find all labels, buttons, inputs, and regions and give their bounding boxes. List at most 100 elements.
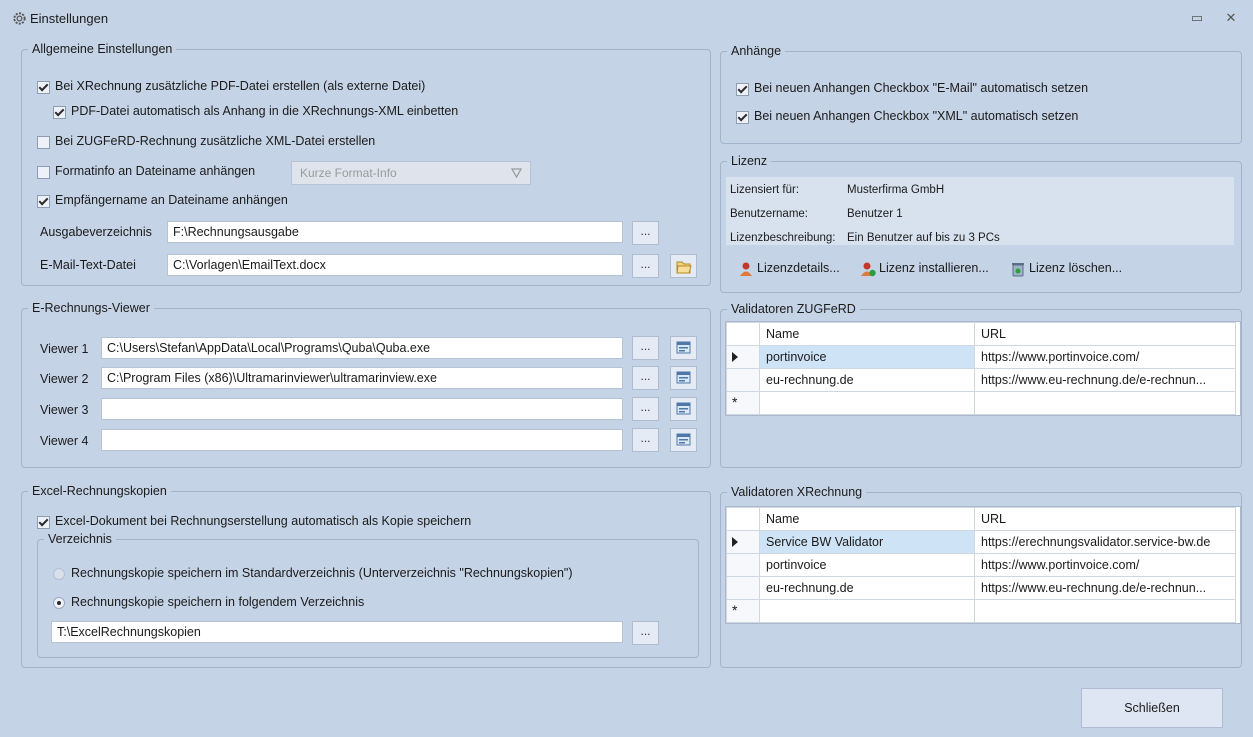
license-details-label: Lizenzdetails... bbox=[757, 261, 840, 275]
delete-license-label: Lizenz löschen... bbox=[1029, 261, 1123, 275]
row-header-cell bbox=[726, 507, 760, 531]
viewer-3-input[interactable] bbox=[101, 398, 623, 420]
column-header-url[interactable]: URL bbox=[974, 322, 1236, 346]
browse-email-file-button[interactable]: ... bbox=[632, 254, 659, 278]
cell-url[interactable]: https://www.eu-rechnung.de/e-rechnun... bbox=[974, 576, 1236, 600]
window-app-icon bbox=[676, 371, 691, 384]
row-header-cell[interactable] bbox=[726, 576, 760, 600]
browse-viewer-4-button[interactable]: ... bbox=[632, 428, 659, 452]
cell-url[interactable]: https://www.portinvoice.com/ bbox=[974, 553, 1236, 577]
settings-gear-icon bbox=[13, 12, 26, 25]
row-header-cell[interactable] bbox=[726, 553, 760, 577]
table-row[interactable]: portinvoice https://www.portinvoice.com/ bbox=[726, 345, 1236, 369]
new-table-row[interactable]: * bbox=[726, 391, 1236, 415]
browse-excel-directory-button[interactable]: ... bbox=[632, 621, 659, 645]
licensed-for-label: Lizensiert für: bbox=[730, 184, 800, 196]
label-standard-directory: Rechnungskopie speichern im Standardverz… bbox=[71, 566, 573, 580]
directory-legend: Verzeichnis bbox=[48, 532, 112, 546]
cell-url-new[interactable] bbox=[974, 599, 1236, 623]
table-row[interactable]: eu-rechnung.de https://www.eu-rechnung.d… bbox=[726, 576, 1236, 600]
radio-standard-directory[interactable] bbox=[53, 568, 65, 580]
format-info-combo-value: Kurze Format-Info bbox=[300, 166, 397, 180]
row-header-cell[interactable] bbox=[726, 530, 760, 554]
cell-name[interactable]: eu-rechnung.de bbox=[759, 576, 975, 600]
launch-viewer-3-button[interactable] bbox=[670, 397, 697, 421]
browse-viewer-2-button[interactable]: ... bbox=[632, 366, 659, 390]
new-row-star-icon: * bbox=[732, 394, 738, 410]
cell-name-new[interactable] bbox=[759, 391, 975, 415]
browse-output-dir-button[interactable]: ... bbox=[632, 221, 659, 245]
viewer-1-input[interactable]: C:\Users\Stefan\AppData\Local\Programs\Q… bbox=[101, 337, 623, 359]
excel-directory-input[interactable]: T:\ExcelRechnungskopien bbox=[51, 621, 623, 643]
current-row-arrow-icon bbox=[732, 537, 738, 547]
minimize-button[interactable]: ▭ bbox=[1188, 9, 1206, 27]
open-email-file-button[interactable] bbox=[670, 254, 697, 278]
cell-name[interactable]: eu-rechnung.de bbox=[759, 368, 975, 392]
checkbox-xrechnung-pdf[interactable] bbox=[37, 81, 50, 94]
close-window-button[interactable]: ✕ bbox=[1222, 9, 1240, 27]
launch-viewer-1-button[interactable] bbox=[670, 336, 697, 360]
attachments-legend: Anhänge bbox=[731, 44, 782, 58]
license-install-icon bbox=[861, 262, 876, 277]
username-label: Benutzername: bbox=[730, 208, 808, 220]
row-header-cell[interactable]: * bbox=[726, 391, 760, 415]
cell-name[interactable]: portinvoice bbox=[759, 553, 975, 577]
browse-viewer-3-button[interactable]: ... bbox=[632, 397, 659, 421]
checkbox-formatinfo[interactable] bbox=[37, 166, 50, 179]
xrechnung-validators-table[interactable]: Name URL Service BW Validator https://er… bbox=[725, 506, 1241, 624]
viewer-3-label: Viewer 3 bbox=[40, 403, 89, 417]
browse-viewer-1-button[interactable]: ... bbox=[632, 336, 659, 360]
email-file-input[interactable]: C:\Vorlagen\EmailText.docx bbox=[167, 254, 623, 276]
cell-url-new[interactable] bbox=[974, 391, 1236, 415]
new-table-row[interactable]: * bbox=[726, 599, 1236, 623]
delete-license-button[interactable]: Lizenz löschen... bbox=[1010, 261, 1123, 277]
format-info-combo[interactable]: Kurze Format-Info bbox=[291, 161, 531, 185]
row-header-cell[interactable]: * bbox=[726, 599, 760, 623]
install-license-button[interactable]: Lizenz installieren... bbox=[860, 261, 989, 277]
output-dir-input[interactable]: F:\Rechnungsausgabe bbox=[167, 221, 623, 243]
checkbox-zugferd-xml[interactable] bbox=[37, 136, 50, 149]
label-zugferd-xml: Bei ZUGFeRD-Rechnung zusätzliche XML-Dat… bbox=[55, 134, 376, 148]
cell-name[interactable]: Service BW Validator bbox=[759, 530, 975, 554]
cell-url[interactable]: https://erechnungsvalidator.service-bw.d… bbox=[974, 530, 1236, 554]
title-bar: Einstellungen ▭ ✕ bbox=[0, 0, 1253, 36]
checkbox-recipient-name[interactable] bbox=[37, 195, 50, 208]
table-header-row: Name URL bbox=[726, 507, 1236, 531]
close-button[interactable]: Schließen bbox=[1081, 688, 1223, 728]
label-embed-pdf: PDF-Datei automatisch als Anhang in die … bbox=[71, 104, 459, 118]
checkbox-attach-email[interactable] bbox=[736, 83, 749, 96]
radio-custom-directory[interactable] bbox=[53, 597, 65, 609]
checkbox-excel-copy[interactable] bbox=[37, 516, 50, 529]
new-row-star-icon: * bbox=[732, 602, 738, 618]
launch-viewer-4-button[interactable] bbox=[670, 428, 697, 452]
label-excel-copy: Excel-Dokument bei Rechnungserstellung a… bbox=[55, 514, 472, 528]
viewer-2-input[interactable]: C:\Program Files (x86)\Ultramarinviewer\… bbox=[101, 367, 623, 389]
viewer-1-label: Viewer 1 bbox=[40, 342, 89, 356]
column-header-name[interactable]: Name bbox=[759, 507, 975, 531]
output-dir-label: Ausgabeverzeichnis bbox=[40, 225, 152, 239]
trash-icon bbox=[1012, 263, 1024, 277]
window-title: Einstellungen bbox=[30, 11, 109, 26]
cell-url[interactable]: https://www.eu-rechnung.de/e-rechnun... bbox=[974, 368, 1236, 392]
email-file-label: E-Mail-Text-Datei bbox=[40, 258, 136, 272]
table-header-row: Name URL bbox=[726, 322, 1236, 346]
launch-viewer-2-button[interactable] bbox=[670, 366, 697, 390]
row-header-cell[interactable] bbox=[726, 368, 760, 392]
table-row[interactable]: Service BW Validator https://erechnungsv… bbox=[726, 530, 1236, 554]
cell-name[interactable]: portinvoice bbox=[759, 345, 975, 369]
table-row[interactable]: portinvoice https://www.portinvoice.com/ bbox=[726, 553, 1236, 577]
label-attach-email: Bei neuen Anhangen Checkbox "E-Mail" aut… bbox=[754, 81, 1089, 95]
checkbox-embed-pdf[interactable] bbox=[53, 106, 66, 119]
table-row[interactable]: eu-rechnung.de https://www.eu-rechnung.d… bbox=[726, 368, 1236, 392]
column-header-name[interactable]: Name bbox=[759, 322, 975, 346]
label-custom-directory: Rechnungskopie speichern in folgendem Ve… bbox=[71, 595, 365, 609]
column-header-url[interactable]: URL bbox=[974, 507, 1236, 531]
viewer-4-input[interactable] bbox=[101, 429, 623, 451]
checkbox-attach-xml[interactable] bbox=[736, 111, 749, 124]
cell-url[interactable]: https://www.portinvoice.com/ bbox=[974, 345, 1236, 369]
cell-name-new[interactable] bbox=[759, 599, 975, 623]
zugferd-validators-table[interactable]: Name URL portinvoice https://www.portinv… bbox=[725, 321, 1241, 416]
label-attach-xml: Bei neuen Anhangen Checkbox "XML" automa… bbox=[754, 109, 1079, 123]
license-details-button[interactable]: Lizenzdetails... bbox=[738, 261, 840, 276]
row-header-cell[interactable] bbox=[726, 345, 760, 369]
